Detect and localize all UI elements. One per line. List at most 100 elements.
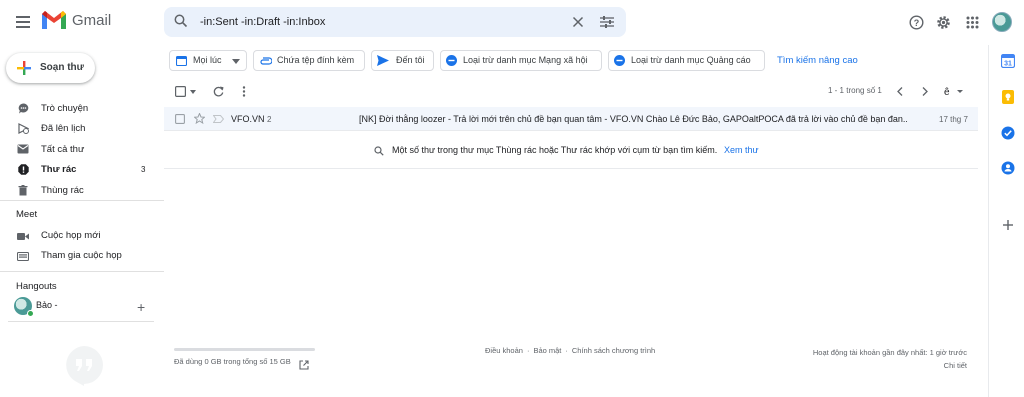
video-icon (17, 230, 29, 242)
meet-item-label: Tham gia cuộc họp (41, 250, 122, 261)
chip-exclude-promotions[interactable]: Loại trừ danh mục Quảng cáo (608, 50, 765, 71)
sidebar-nav: Trò chuyện Đã lên lịch Tất cả thư Thư rá… (0, 98, 160, 201)
sender-name: VFO.VN (231, 114, 265, 124)
storage-meter (174, 348, 315, 351)
keep-app-icon[interactable] (1001, 90, 1015, 104)
trash-notice-text: Một số thư trong thư mục Thùng rác hoặc … (392, 145, 718, 155)
chip-has-attachment[interactable]: Chứa tệp đính kèm (253, 50, 365, 71)
chip-exclude-social[interactable]: Loại trừ danh mục Mạng xã hội (440, 50, 602, 71)
sidebar-item-all-mail[interactable]: Tất cả thư (0, 139, 160, 160)
table-row[interactable]: VFO.VN 2 [NK] Đời thằng loozer - Trả lời… (164, 107, 978, 131)
sidebar-item-scheduled[interactable]: Đã lên lịch (0, 119, 160, 140)
terms-link[interactable]: Điều khoản (485, 346, 523, 355)
meet-join-meeting[interactable]: Tham gia cuộc họp (0, 246, 160, 266)
side-panel: 31 (988, 45, 1024, 397)
calendar-app-icon[interactable]: 31 (1001, 54, 1015, 68)
gmail-m-icon (42, 11, 66, 29)
trash-icon (17, 184, 29, 196)
search-icon (374, 146, 384, 156)
meet-item-label: Cuộc họp mới (41, 230, 101, 241)
chip-any-time[interactable]: Mọi lúc (169, 50, 247, 71)
send-icon (377, 55, 389, 66)
attachment-icon (260, 57, 272, 65)
compose-label: Soạn thư (40, 62, 84, 73)
chevron-left-icon[interactable] (897, 87, 903, 96)
online-status-dot (27, 310, 34, 317)
svg-text:?: ? (913, 17, 919, 27)
schedule-icon (17, 123, 29, 135)
chip-to-me[interactable]: Đến tôi (371, 50, 434, 71)
svg-text:ê: ê (944, 87, 950, 97)
hangouts-avatar (14, 297, 34, 317)
gmail-logo[interactable]: Gmail (42, 11, 111, 29)
divider-line (164, 168, 978, 169)
hangouts-section-title: Hangouts (16, 281, 57, 292)
select-all-checkbox[interactable] (175, 86, 186, 97)
chevron-down-icon (232, 59, 240, 64)
activity-details-link[interactable]: Chi tiết (760, 359, 967, 372)
search-icon[interactable] (174, 14, 188, 28)
main-menu-icon[interactable] (12, 11, 34, 33)
search-options-icon[interactable] (600, 16, 614, 28)
app-name: Gmail (72, 11, 112, 29)
view-messages-link[interactable]: Xem thư (724, 145, 759, 155)
footer-links: Điều khoản · Bảo mật · Chính sách chương… (485, 346, 655, 355)
refresh-icon[interactable] (213, 86, 224, 97)
account-activity: Hoạt động tài khoản gần đây nhất: 1 giờ … (760, 346, 967, 372)
account-avatar[interactable] (992, 12, 1012, 32)
mail-subject: [NK] Đời thằng loozer - Trả lời mới trên… (359, 114, 907, 124)
more-vert-icon[interactable] (242, 86, 246, 97)
chip-label: Chứa tệp đính kèm (277, 55, 355, 65)
meet-section-title: Meet (16, 209, 38, 220)
sidebar-item-trash[interactable]: Thùng rác (0, 180, 160, 201)
add-contact-icon[interactable]: + (137, 300, 145, 314)
sidebar-item-chat[interactable]: Trò chuyện (0, 98, 160, 119)
sidebar-item-label: Tất cả thư (41, 143, 85, 155)
meet-new-meeting[interactable]: Cuộc họp mới (0, 226, 160, 246)
spam-icon (17, 164, 29, 176)
close-icon[interactable] (572, 16, 584, 28)
open-external-icon[interactable] (299, 360, 309, 370)
advanced-search-link[interactable]: Tìm kiếm nâng cao (777, 55, 858, 66)
hangouts-quote-icon (66, 346, 103, 386)
search-bar[interactable] (164, 7, 626, 37)
sidebar-item-label: Trò chuyện (41, 102, 89, 114)
unread-count: 3 (141, 165, 146, 175)
tasks-app-icon[interactable] (1001, 126, 1015, 140)
chip-label: Loại trừ danh mục Mạng xã hội (463, 55, 588, 65)
thread-count: 2 (267, 115, 272, 124)
sidebar-item-spam[interactable]: Thư rác 3 (0, 160, 160, 181)
help-icon[interactable]: ? (905, 11, 927, 33)
storage-usage-text: Đã dùng 0 GB trong tổng số 15 GB (174, 357, 291, 366)
compose-button[interactable]: Soạn thư (6, 53, 95, 83)
program-policies-link[interactable]: Chính sách chương trình (572, 346, 655, 355)
top-header: Gmail ? (0, 0, 1024, 45)
footer-separator: · (526, 346, 530, 355)
star-icon[interactable] (194, 113, 205, 124)
minus-circle-icon (446, 55, 457, 66)
add-addon-icon[interactable] (1001, 218, 1015, 232)
importance-marker-icon[interactable] (213, 115, 224, 123)
gear-icon[interactable] (932, 11, 954, 33)
footer-separator: · (565, 346, 568, 355)
calendar-icon (176, 55, 187, 66)
input-tools-icon[interactable]: ê (944, 86, 964, 97)
apps-grid-icon[interactable] (961, 11, 983, 33)
contacts-app-icon[interactable] (1001, 161, 1015, 175)
minus-circle-icon (614, 55, 625, 66)
keyboard-icon (17, 250, 29, 262)
chevron-down-icon[interactable] (190, 90, 196, 94)
chip-label: Loại trừ danh mục Quảng cáo (631, 55, 751, 65)
privacy-link[interactable]: Bảo mật (533, 346, 561, 355)
last-activity-text: Hoạt động tài khoản gần đây nhất: 1 giờ … (812, 348, 967, 357)
sidebar-divider (8, 321, 154, 322)
hangouts-user[interactable]: Bảo - (14, 297, 58, 317)
sidebar-divider (0, 271, 164, 272)
chevron-right-icon[interactable] (922, 87, 928, 96)
sidebar-item-label: Đã lên lịch (41, 123, 86, 135)
row-checkbox[interactable] (175, 114, 185, 124)
chat-icon (17, 102, 29, 114)
all-mail-icon (17, 143, 29, 155)
search-input[interactable] (200, 13, 560, 31)
sidebar-item-label: Thùng rác (41, 184, 84, 196)
